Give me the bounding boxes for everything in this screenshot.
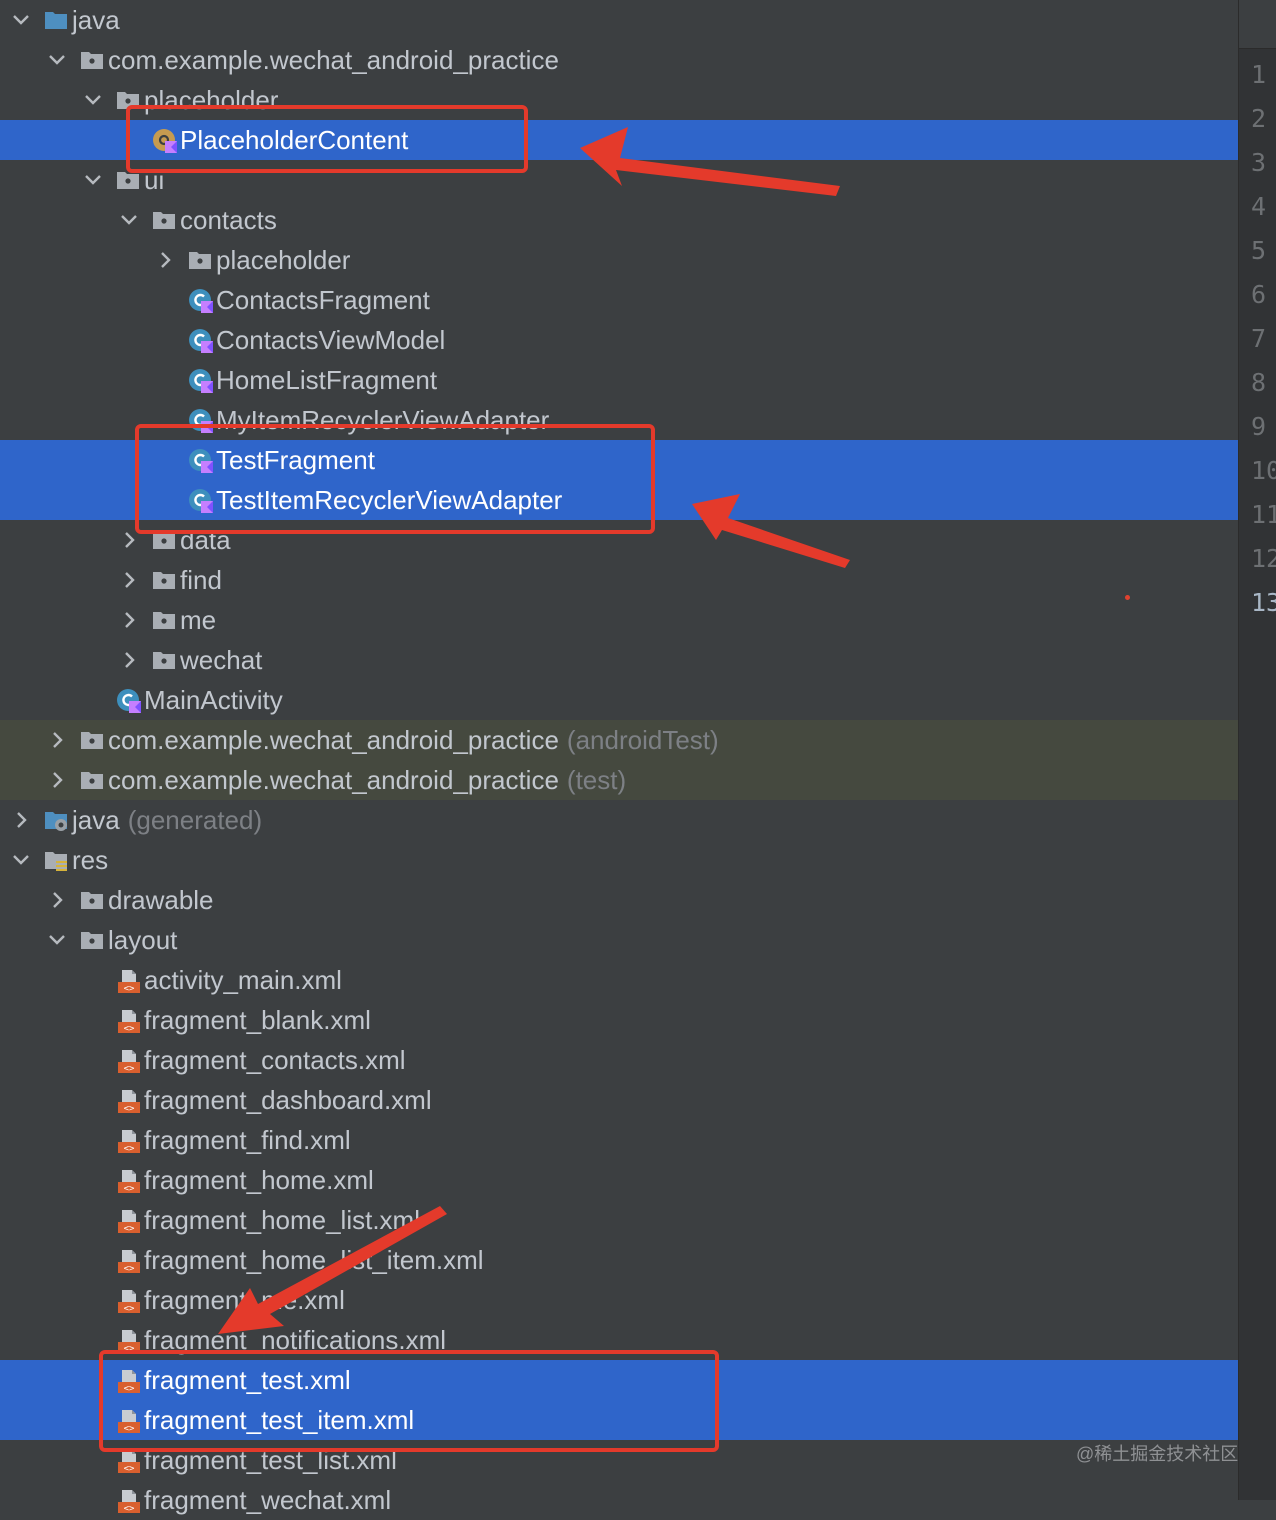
watermark: @稀土掘金技术社区 (1076, 1444, 1239, 1464)
annotation-arrow-3 (218, 1206, 447, 1334)
annotation-arrow-1 (580, 127, 840, 196)
annotation-arrow-2 (692, 494, 850, 568)
svg-text:<>: <> (124, 1504, 135, 1514)
annotation-arrows (218, 127, 850, 1334)
